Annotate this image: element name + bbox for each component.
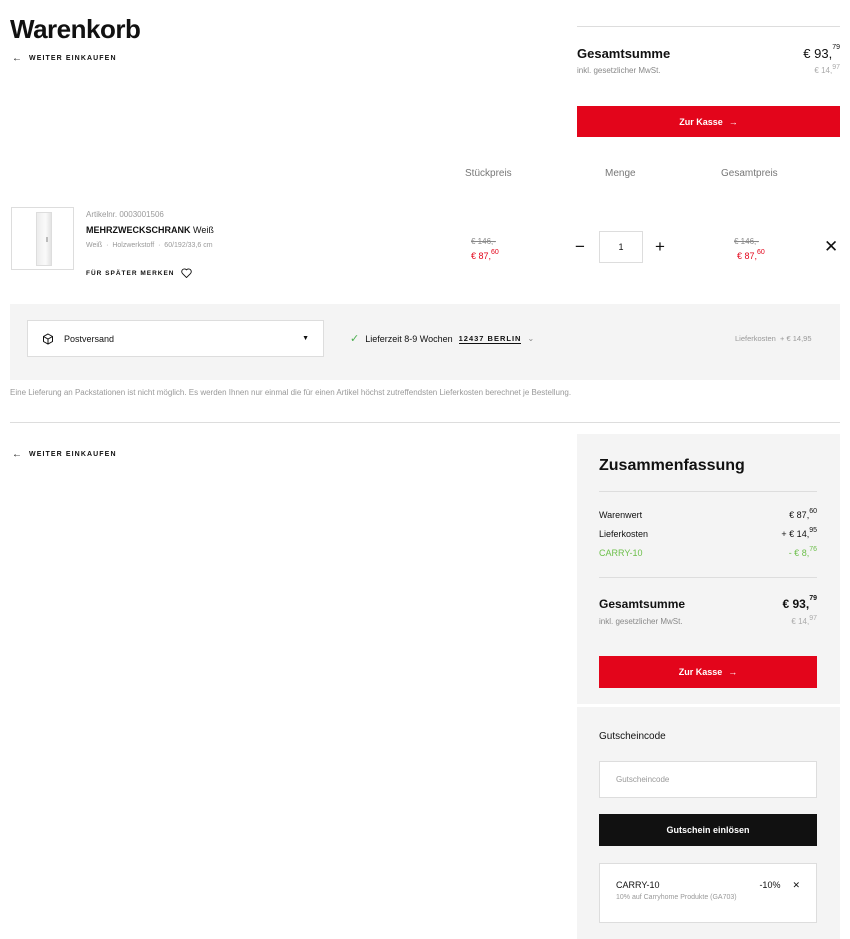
- vat-label: inkl. gesetzlicher MwSt.: [577, 66, 661, 75]
- save-for-later-button[interactable]: FÜR SPÄTER MERKEN: [86, 268, 192, 278]
- applied-voucher: CARRY-10 -10% ✕ 10% auf Carryhome Produk…: [599, 863, 817, 923]
- quantity-increase-button[interactable]: +: [655, 238, 665, 255]
- product-attributes: Weiß · Holzwerkstoff · 60/192/33,6 cm: [86, 242, 213, 249]
- shipping-method-value: Postversand: [64, 333, 115, 344]
- chevron-down-icon: ⌄: [527, 334, 535, 343]
- quantity-input[interactable]: 1: [599, 231, 643, 263]
- divider: [10, 422, 840, 423]
- summary-divider: [599, 577, 817, 578]
- page-title: Warenkorb: [10, 14, 141, 44]
- summary-goods-row: Warenwert € 87,60: [599, 508, 817, 520]
- total-price-new: € 87,60: [737, 249, 765, 261]
- column-unit-price: Stückpreis: [465, 168, 512, 179]
- unit-price-old: € 146,-: [471, 237, 496, 246]
- heart-icon: [180, 268, 192, 278]
- summary-title: Zusammenfassung: [599, 457, 745, 474]
- shipping-method-select[interactable]: Postversand ▼: [27, 320, 324, 357]
- continue-shopping-label: WEITER EINKAUFEN: [29, 55, 117, 62]
- close-icon: ✕: [824, 237, 839, 256]
- voucher-input[interactable]: Gutscheincode: [599, 761, 817, 798]
- checkout-label: Zur Kasse: [679, 116, 723, 127]
- checkout-label: Zur Kasse: [678, 667, 723, 677]
- vat-value: € 14,97: [814, 64, 840, 75]
- delivery-time: Lieferzeit 8-9 Wochen: [365, 333, 453, 344]
- remove-voucher-icon[interactable]: ✕: [792, 880, 800, 891]
- summary-delivery-row: Lieferkosten + € 14,95: [599, 527, 817, 539]
- applied-voucher-description: 10% auf Carryhome Produkte (GA703): [616, 894, 737, 901]
- column-total-price: Gesamtpreis: [721, 168, 778, 179]
- article-number: Artikelnr. 0003001506: [86, 210, 164, 219]
- arrow-right-icon: →: [728, 116, 738, 127]
- package-icon: [43, 332, 53, 345]
- summary-divider: [599, 491, 817, 492]
- product-image[interactable]: [11, 207, 74, 270]
- continue-shopping-link-bottom[interactable]: ← WEITER EINKAUFEN: [12, 449, 117, 460]
- checkout-button[interactable]: Zur Kasse →: [599, 656, 817, 688]
- quantity-decrease-button[interactable]: −: [575, 238, 585, 255]
- summary-vat-row: inkl. gesetzlicher MwSt. € 14,97: [599, 615, 817, 626]
- shipping-cost: Lieferkosten + € 14,95: [735, 334, 812, 343]
- unit-price-new: € 87,60: [471, 249, 499, 261]
- continue-shopping-link[interactable]: ← WEITER EINKAUFEN: [12, 53, 117, 64]
- remove-item-button[interactable]: ✕: [824, 237, 838, 257]
- shipping-notice: Eine Lieferung an Packstationen ist nich…: [10, 388, 572, 397]
- summary-discount-row: CARRY-10 - € 8,76: [599, 546, 817, 558]
- delivery-info: ✓ Lieferzeit 8-9 Wochen 12437 BERLIN ⌄: [350, 332, 534, 345]
- continue-shopping-label: WEITER EINKAUFEN: [29, 451, 117, 458]
- total-price-old: € 146,-: [734, 237, 759, 246]
- voucher-title: Gutscheincode: [599, 731, 666, 742]
- product-name[interactable]: MEHRZWECKSCHRANK Weiß: [86, 225, 214, 235]
- checkmark-icon: ✓: [350, 333, 360, 345]
- top-summary: Gesamtsumme € 93,79 inkl. gesetzlicher M…: [577, 26, 840, 75]
- arrow-right-icon: →: [728, 667, 738, 677]
- zip-city-link[interactable]: 12437 BERLIN: [458, 334, 522, 344]
- save-for-later-label: FÜR SPÄTER MERKEN: [86, 269, 175, 277]
- redeem-voucher-button[interactable]: Gutschein einlösen: [599, 814, 817, 846]
- summary-total-row: Gesamtsumme € 93,79: [599, 595, 817, 611]
- arrow-left-icon: ←: [12, 53, 22, 64]
- cabinet-image: [36, 212, 52, 266]
- caret-down-icon: ▼: [302, 335, 309, 342]
- total-value: € 93,79: [803, 44, 840, 61]
- checkout-button-top[interactable]: Zur Kasse →: [577, 106, 840, 137]
- applied-voucher-code: CARRY-10: [616, 880, 660, 890]
- applied-voucher-percent: -10%: [759, 880, 781, 890]
- column-quantity: Menge: [605, 168, 636, 179]
- total-label: Gesamtsumme: [577, 46, 671, 61]
- arrow-left-icon: ←: [12, 449, 22, 460]
